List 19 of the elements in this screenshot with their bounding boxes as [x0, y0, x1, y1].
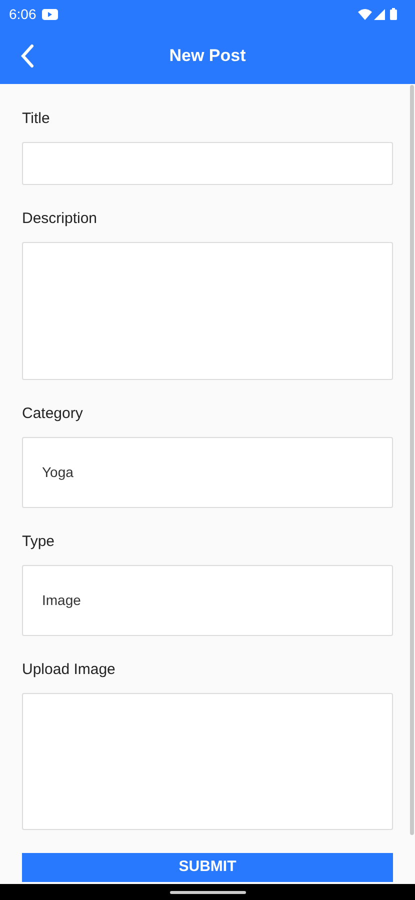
field-label: Title: [22, 109, 51, 129]
select-field[interactable]: Yoga: [22, 437, 393, 508]
field-label: Type: [22, 532, 56, 552]
input-field[interactable]: [22, 242, 393, 380]
field-label: Description: [22, 209, 98, 229]
battery-icon: [390, 8, 397, 20]
wifi-icon: [358, 8, 372, 20]
video-app-icon: [42, 8, 58, 20]
field-label: Upload Image: [22, 660, 116, 680]
signal-icon: [374, 8, 385, 20]
back-icon: [20, 44, 34, 68]
field-label: Category: [22, 404, 84, 424]
submit-button[interactable]: SUBMIT: [22, 853, 393, 882]
app-bar-title: New Post: [168, 45, 247, 68]
home-handle[interactable]: [170, 890, 246, 894]
input-field[interactable]: [22, 142, 393, 185]
status-time: 6:06: [9, 4, 36, 24]
select-field[interactable]: Image: [22, 565, 393, 636]
image-upload-area[interactable]: [22, 693, 393, 830]
